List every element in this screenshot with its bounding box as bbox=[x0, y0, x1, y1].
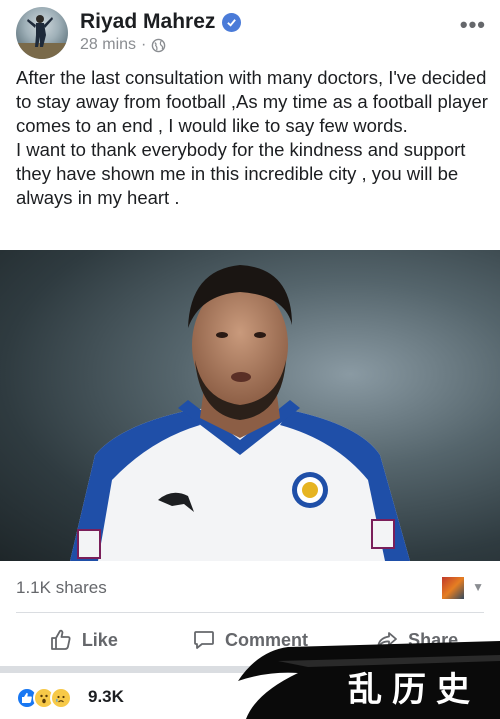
post-time[interactable]: 28 mins bbox=[80, 36, 136, 54]
author-avatar[interactable] bbox=[16, 7, 68, 59]
sharer-avatar[interactable] bbox=[442, 577, 464, 599]
post-paragraph: I want to thank everybody for the kindne… bbox=[16, 139, 466, 208]
watermark-text: 乱历史 bbox=[348, 670, 480, 710]
sad-reaction-icon bbox=[50, 687, 72, 709]
post-paragraph: After the last consultation with many do… bbox=[16, 67, 488, 136]
globe-icon bbox=[152, 38, 166, 52]
like-icon bbox=[50, 629, 71, 650]
author-name[interactable]: Riyad Mahrez bbox=[80, 10, 215, 34]
chevron-down-icon[interactable]: ▼ bbox=[472, 580, 484, 594]
shares-row: 1.1K shares ▼ bbox=[0, 570, 500, 608]
post-text: After the last consultation with many do… bbox=[16, 66, 488, 210]
post-photo[interactable] bbox=[0, 250, 500, 561]
like-button[interactable]: Like bbox=[0, 615, 167, 665]
more-icon[interactable]: ••• bbox=[460, 12, 486, 38]
post-header: Riyad Mahrez 28 mins · ••• bbox=[0, 0, 500, 66]
comment-icon bbox=[194, 631, 214, 649]
shares-count[interactable]: 1.1K shares bbox=[16, 578, 107, 598]
verified-icon bbox=[222, 12, 242, 32]
reactions-count: 9.3K bbox=[88, 687, 124, 706]
like-label: Like bbox=[81, 629, 118, 650]
divider bbox=[16, 612, 484, 613]
meta-separator: · bbox=[141, 36, 147, 53]
